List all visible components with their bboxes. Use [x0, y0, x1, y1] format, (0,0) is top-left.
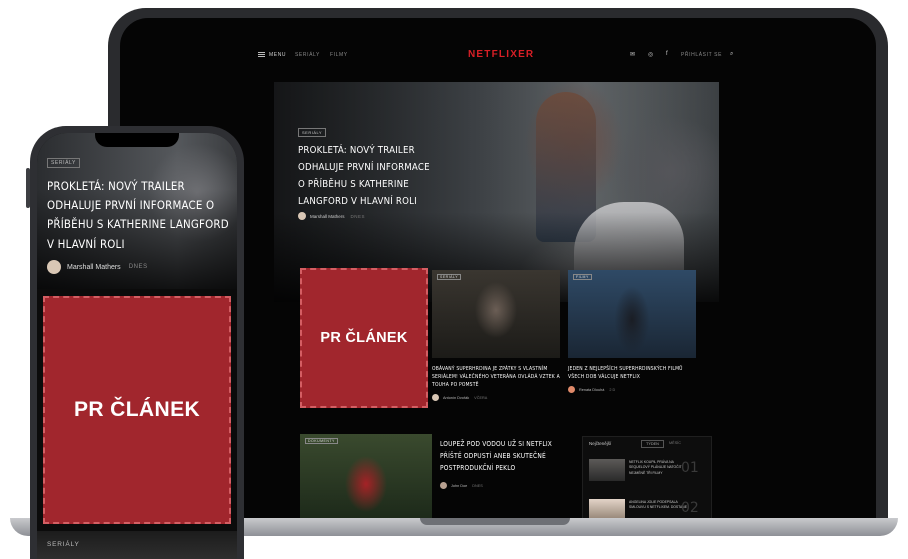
item-rank: 01	[681, 460, 699, 476]
search-icon[interactable]: ⌕	[730, 51, 734, 58]
phone-screen: SERIÁLY PROKLETÁ: NOVÝ TRAILER ODHALUJE …	[37, 133, 237, 559]
author-name[interactable]: Marshall Mathers	[67, 264, 121, 271]
article-thumbnail[interactable]: DOKUMENTY	[300, 434, 432, 518]
device-mockup: MENU SERIÁLY FILMY NETFLIXER ✉ ◎ f PŘIHL…	[0, 0, 908, 559]
hero-author: Marshall Mathers DNES	[47, 260, 148, 274]
category-badge[interactable]: DOKUMENTY	[305, 438, 338, 444]
item-rank: 02	[681, 500, 699, 516]
publish-date: DNES	[472, 483, 483, 488]
hero-title[interactable]: PROKLETÁ: NOVÝ TRAILER ODHALUJE PRVNÍ IN…	[298, 142, 438, 210]
pr-article-block[interactable]: PR ČLÁNEK	[43, 296, 231, 524]
avatar	[47, 260, 61, 274]
author-name[interactable]: Antonín Dvořák	[443, 396, 469, 400]
article-title[interactable]: JEDEN Z NEJLEPŠÍCH SUPERHRDINSKÝCH FILMŮ…	[568, 365, 696, 381]
hamburger-icon[interactable]	[258, 52, 265, 57]
article-meta: Renata Dlouhá 2 D	[568, 386, 696, 393]
publish-date: DNES	[128, 264, 148, 270]
avatar	[440, 482, 447, 489]
hero-author: Marshall Mathers DNES	[298, 212, 365, 220]
widget-heading: Nejčtenější	[589, 441, 612, 446]
article-card[interactable]: FILMY JEDEN Z NEJLEPŠÍCH SUPERHRDINSKÝCH…	[568, 270, 696, 393]
article-card[interactable]: SERIÁLY OBÁVANÝ SUPERHRDINA JE ZPÁTKY S …	[432, 270, 560, 401]
hero-image-rider	[536, 92, 596, 242]
pr-label: PR ČLÁNEK	[320, 330, 408, 346]
mail-icon[interactable]: ✉	[630, 51, 636, 58]
nav-item-serialy[interactable]: SERIÁLY	[295, 52, 320, 58]
pr-article-block[interactable]: PR ČLÁNEK	[300, 268, 428, 408]
category-badge[interactable]: FILMY	[573, 274, 592, 280]
article-thumbnail[interactable]: FILMY	[568, 270, 696, 358]
nav-item-filmy[interactable]: FILMY	[330, 52, 348, 58]
avatar	[298, 212, 306, 220]
list-item[interactable]: NETFLIX KOUPIL PRÁVA NA SEQUELOVÝ PLÁNUJ…	[589, 459, 707, 485]
article-meta: John Doe DNES	[440, 482, 483, 489]
item-thumbnail[interactable]	[589, 499, 625, 518]
list-item[interactable]: ANGELINA JOLIE PODEPSALA SMLOUVU S NETFL…	[589, 499, 707, 518]
category-badge[interactable]: SERIÁLY	[47, 541, 80, 548]
most-read-widget: Nejčtenější TÝDEN MĚSÍC NETFLIX KOUPIL P…	[582, 436, 712, 518]
site-logo[interactable]: NETFLIXER	[468, 49, 534, 60]
article-meta: Antonín Dvořák VČERA	[432, 394, 560, 401]
author-name[interactable]: John Doe	[451, 484, 467, 488]
category-badge[interactable]: SERIÁLY	[298, 128, 327, 137]
tab-week[interactable]: TÝDEN	[641, 440, 664, 448]
site-nav: MENU SERIÁLY FILMY NETFLIXER ✉ ◎ f PŘIHL…	[120, 48, 876, 62]
article-title[interactable]: OBÁVANÝ SUPERHRDINA JE ZPÁTKY S VLASTNÍM…	[432, 365, 560, 389]
hero-title[interactable]: PROKLETÁ: NOVÝ TRAILER ODHALUJE PRVNÍ IN…	[47, 177, 232, 254]
author-name[interactable]: Renata Dlouhá	[579, 388, 604, 392]
avatar	[568, 386, 575, 393]
item-title[interactable]: ANGELINA JOLIE PODEPSALA SMLOUVU S NETFL…	[629, 500, 689, 511]
category-badge[interactable]: SERIÁLY	[47, 158, 80, 168]
author-name[interactable]: Marshall Mathers	[310, 214, 345, 219]
facebook-icon[interactable]: f	[666, 51, 668, 57]
pr-label: PR ČLÁNEK	[73, 398, 201, 421]
article-title[interactable]: LOUPEŽ POD VODOU UŽ SI NETFLIX PŘÍŠTĚ OD…	[440, 438, 568, 474]
category-badge[interactable]: SERIÁLY	[437, 274, 462, 280]
item-thumbnail[interactable]	[589, 459, 625, 481]
item-title[interactable]: NETFLIX KOUPIL PRÁVA NA SEQUELOVÝ PLÁNUJ…	[629, 460, 689, 476]
publish-date: VČERA	[474, 395, 488, 400]
article-thumbnail[interactable]: SERIÁLY	[432, 270, 560, 358]
publish-date: DNES	[350, 213, 366, 219]
tab-month[interactable]: MĚSÍC	[669, 441, 681, 445]
phone-side-button	[26, 168, 30, 208]
menu-button[interactable]: MENU	[269, 52, 286, 58]
login-link[interactable]: PŘIHLÁSIT SE	[681, 52, 722, 58]
laptop-notch	[420, 518, 570, 525]
avatar	[432, 394, 439, 401]
publish-date: 2 D	[609, 387, 616, 392]
phone-notch	[95, 133, 179, 147]
instagram-icon[interactable]: ◎	[648, 51, 654, 58]
